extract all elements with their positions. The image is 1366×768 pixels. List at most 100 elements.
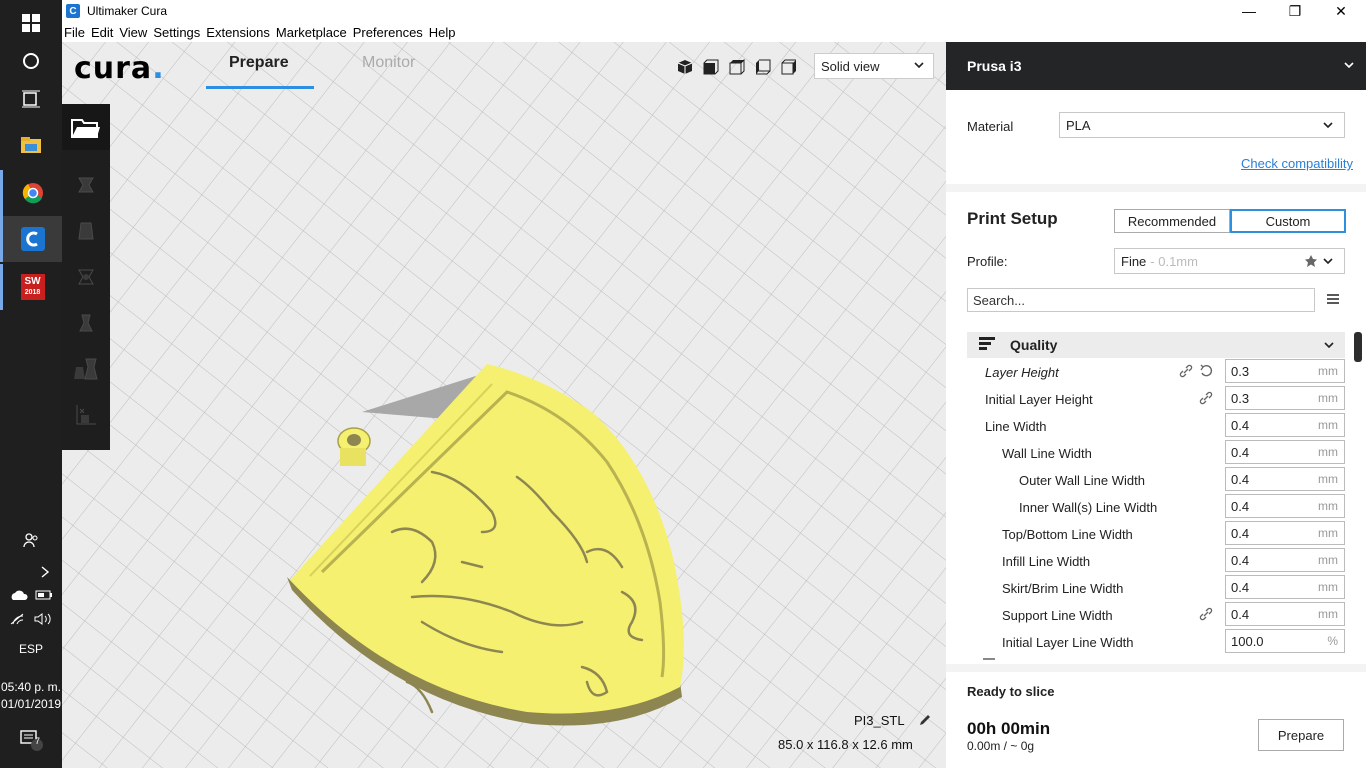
check-compatibility-link[interactable]: Check compatibility (1241, 156, 1353, 171)
setting-inner-wall-line-width: Inner Wall(s) Line Width 0.4 mm (946, 493, 1366, 520)
menu-edit[interactable]: Edit (91, 25, 113, 40)
setting-unit: mm (1318, 364, 1338, 378)
recommended-mode-button[interactable]: Recommended (1114, 209, 1230, 233)
model-name: PI3_STL (854, 713, 905, 728)
view-3d-icon[interactable] (676, 58, 694, 76)
rotate-tool-icon[interactable] (62, 254, 110, 300)
top-bottom-line-width-input[interactable]: 0.4 mm (1225, 521, 1345, 545)
scale-tool-icon[interactable] (62, 208, 110, 254)
battery-icon[interactable] (35, 589, 53, 601)
layer-height-input[interactable]: 0.3 mm (1225, 359, 1345, 383)
outer-wall-line-width-input[interactable]: 0.4 mm (1225, 467, 1345, 491)
line-width-input[interactable]: 0.4 mm (1225, 413, 1345, 437)
model-shield[interactable] (62, 92, 946, 768)
wall-line-width-input[interactable]: 0.4 mm (1225, 440, 1345, 464)
printer-selector[interactable]: Prusa i3 (946, 42, 1366, 90)
per-model-settings-icon[interactable] (62, 346, 110, 392)
close-button[interactable]: ✕ (1318, 0, 1364, 22)
setting-unit: mm (1318, 553, 1338, 567)
minimize-button[interactable]: — (1226, 0, 1272, 22)
mirror-tool-icon[interactable] (62, 300, 110, 346)
setting-unit: mm (1318, 445, 1338, 459)
open-file-icon[interactable] (62, 104, 110, 150)
inner-wall-line-width-input[interactable]: 0.4 mm (1225, 494, 1345, 518)
menu-view[interactable]: View (119, 25, 147, 40)
link-icon[interactable] (1179, 364, 1193, 378)
settings-search-input[interactable]: Search... (967, 288, 1315, 312)
window-title: Ultimaker Cura (87, 4, 168, 18)
hamburger-menu-icon[interactable] (1326, 293, 1340, 305)
profile-value: Fine (1121, 253, 1147, 269)
next-category-partial-icon (983, 658, 995, 660)
onedrive-icon[interactable] (10, 589, 28, 601)
setting-value: 0.4 (1231, 417, 1250, 433)
model-top-face (290, 364, 684, 714)
view-left-icon[interactable] (754, 58, 772, 76)
support-blocker-icon[interactable] (62, 392, 110, 438)
people-icon[interactable] (0, 530, 62, 550)
menu-preferences[interactable]: Preferences (353, 25, 423, 40)
view-right-icon[interactable] (780, 58, 798, 76)
reset-icon[interactable] (1199, 364, 1213, 378)
category-label: Quality (1010, 337, 1058, 353)
profile-select[interactable]: Fine - 0.1mm (1114, 248, 1345, 274)
language-indicator[interactable]: ESP (0, 640, 62, 658)
star-icon[interactable] (1304, 254, 1318, 268)
view-mode-value: Solid view (821, 58, 880, 74)
ready-to-slice-text: Ready to slice (967, 684, 1055, 699)
tab-monitor[interactable]: Monitor (362, 54, 415, 72)
menu-help[interactable]: Help (429, 25, 456, 40)
setting-label: Skirt/Brim Line Width (1002, 581, 1124, 596)
menu-marketplace[interactable]: Marketplace (276, 25, 347, 40)
tray-icons-row-1 (0, 586, 62, 604)
cura-taskbar-icon[interactable] (0, 216, 62, 262)
initial-layer-line-width-input[interactable]: 100.0 % (1225, 629, 1345, 653)
cura-logo-dot: . (152, 51, 165, 86)
view-front-icon[interactable] (702, 58, 720, 76)
setting-infill-line-width: Infill Line Width 0.4 mm (946, 547, 1366, 574)
setting-initial-layer-height: Initial Layer Height 0.3 mm (946, 385, 1366, 412)
setting-value: 100.0 (1231, 633, 1264, 649)
model-name-label: PI3_STL (854, 713, 930, 728)
print-setup-section: Print Setup Recommended Custom Profile: … (946, 192, 1366, 664)
volume-icon[interactable] (33, 612, 53, 626)
menu-file[interactable]: File (64, 25, 85, 40)
tab-prepare[interactable]: Prepare (229, 54, 289, 72)
setting-support-line-width: Support Line Width 0.4 mm (946, 601, 1366, 628)
custom-mode-button[interactable]: Custom (1230, 209, 1346, 233)
setting-value: 0.4 (1231, 552, 1250, 568)
clock-time[interactable]: 05:40 p. m. (0, 679, 62, 695)
initial-layer-height-input[interactable]: 0.3 mm (1225, 386, 1345, 410)
move-tool-icon[interactable] (62, 162, 110, 208)
window-titlebar: C Ultimaker Cura — ❐ ✕ (62, 0, 1366, 22)
infill-line-width-input[interactable]: 0.4 mm (1225, 548, 1345, 572)
wifi-icon[interactable] (9, 612, 27, 626)
link-icon[interactable] (1199, 607, 1213, 621)
chrome-icon[interactable] (0, 170, 62, 216)
material-select[interactable]: PLA (1059, 112, 1345, 138)
task-view-icon[interactable] (0, 76, 62, 122)
file-explorer-icon[interactable] (0, 122, 62, 168)
edit-pencil-icon[interactable] (918, 713, 932, 727)
maximize-button[interactable]: ❐ (1272, 0, 1318, 22)
profile-hint: - 0.1mm (1150, 253, 1198, 269)
view-top-icon[interactable] (728, 58, 746, 76)
menu-settings[interactable]: Settings (153, 25, 200, 40)
tool-sidebar (62, 104, 110, 450)
action-center-icon[interactable]: 7 (0, 728, 62, 752)
setting-skirt-brim-line-width: Skirt/Brim Line Width 0.4 mm (946, 574, 1366, 601)
clock-date[interactable]: 01/01/2019 (0, 696, 62, 712)
prepare-slice-button[interactable]: Prepare (1258, 719, 1344, 751)
support-line-width-input[interactable]: 0.4 mm (1225, 602, 1345, 626)
category-quality[interactable]: Quality (967, 332, 1345, 358)
skirt-brim-line-width-input[interactable]: 0.4 mm (1225, 575, 1345, 599)
tray-icons-row-2 (0, 610, 62, 628)
view-mode-select[interactable]: Solid view (814, 53, 934, 79)
chevron-down-icon (1344, 62, 1354, 69)
solidworks-icon[interactable]: SW 2018 (0, 264, 62, 310)
link-icon[interactable] (1199, 391, 1213, 405)
model-dimensions: 85.0 x 116.8 x 12.6 mm (778, 737, 913, 752)
3d-viewport[interactable] (62, 92, 946, 768)
menu-extensions[interactable]: Extensions (206, 25, 270, 40)
chevron-down-icon (1324, 342, 1334, 349)
